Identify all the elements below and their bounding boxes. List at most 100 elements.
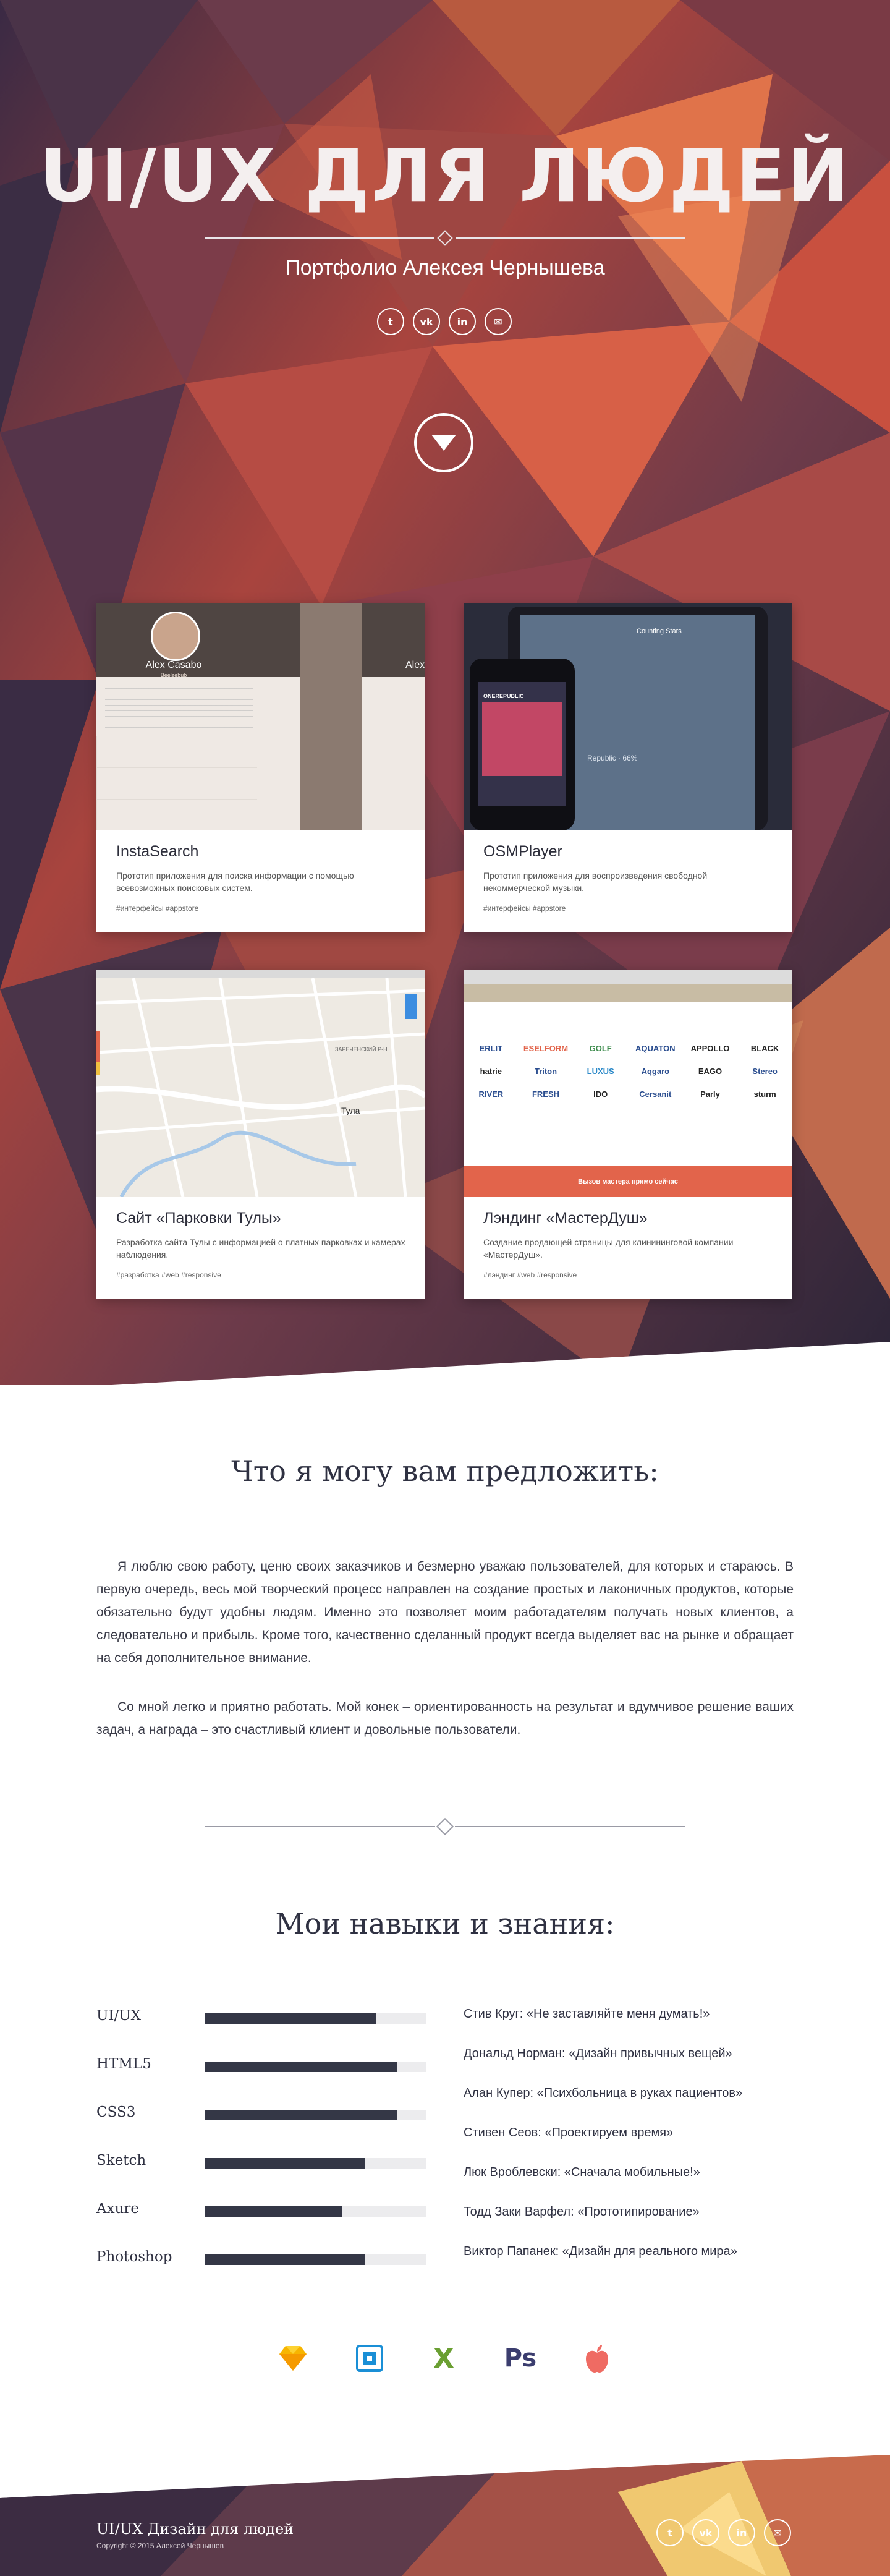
book-item: Алан Купер: «Психбольница в руках пациен… <box>464 2086 743 2100</box>
portfolio-card-instasearch[interactable]: Alex Casabo Beelzebub Alex InstaSearch П… <box>96 603 425 932</box>
book-item: Люк Вроблевски: «Сначала мобильные!» <box>464 2165 700 2179</box>
card-description: Разработка сайта Тулы с информацией о пл… <box>116 1237 405 1260</box>
skill-bar-track <box>205 2110 426 2120</box>
portfolio-card-masterdush[interactable]: ERLIT ESELFORM GOLF AQUATON APPOLLO BLAC… <box>464 970 792 1299</box>
brand-logo: sturm <box>753 1090 776 1099</box>
map-city-label: Тула <box>341 1106 360 1115</box>
map-district-label: ЗАРЕЧЕНСКИЙ Р-Н <box>335 1046 388 1052</box>
track-status: Republic · 66% <box>587 754 638 762</box>
card-thumbnail: Counting Stars Republic · 66% ONEREPUBLI… <box>464 603 792 830</box>
brand-logo: AQUATON <box>635 1044 676 1053</box>
cta-banner: Вызов мастера прямо сейчас <box>464 1166 792 1197</box>
apple-icon <box>580 2341 614 2376</box>
brand-logo: Cersanit <box>639 1090 672 1099</box>
card-title: Лэндинг «МастерДуш» <box>483 1209 648 1227</box>
book-item: Дональд Норман: «Дизайн привычных вещей» <box>464 2047 732 2060</box>
skill-row: HTML5 <box>96 2052 426 2077</box>
brand-logo: RIVER <box>478 1090 504 1099</box>
x-glyph: X <box>433 2342 454 2374</box>
cta-text: Вызов мастера прямо сейчас <box>578 1178 678 1185</box>
card-tags: #интерфейсы #appstore <box>116 904 199 913</box>
skill-bar-track <box>205 2062 426 2072</box>
vk-icon[interactable]: vk <box>413 308 440 335</box>
brand-logo: EAGO <box>698 1067 723 1076</box>
section-divider-diamond <box>436 1817 454 1836</box>
offer-paragraph-2: Со мной легко и приятно работать. Мой ко… <box>96 1700 794 1737</box>
profile-name: Alex Casabo <box>145 660 202 670</box>
card-thumbnail: Alex Casabo Beelzebub Alex <box>96 603 425 830</box>
skill-name: UI/UX <box>96 2008 141 2024</box>
card-description: Прототип приложения для поиска информаци… <box>116 871 354 893</box>
brand-logo: GOLF <box>589 1044 612 1053</box>
brand-logo: BLACK <box>750 1044 779 1053</box>
mail-icon[interactable]: ✉ <box>764 2519 791 2546</box>
footer: UI/UX Дизайн для людей Copyright © 2015 … <box>0 2455 890 2576</box>
brand-logo: Parly <box>700 1090 720 1099</box>
track-title: Counting Stars <box>637 628 682 635</box>
hero-angle-cut <box>0 1342 890 1391</box>
skill-bar-fill <box>205 2206 342 2217</box>
map-roads <box>96 978 425 1197</box>
vk-icon[interactable]: vk <box>692 2519 719 2546</box>
skill-row: Axure <box>96 2197 426 2222</box>
skill-bar-fill <box>205 2158 365 2169</box>
offer-title: Что я могу вам предложить: <box>231 1454 659 1488</box>
hero-divider-right <box>456 237 685 239</box>
skill-bar-track <box>205 2158 426 2169</box>
skill-name: Axure <box>96 2201 139 2217</box>
card-tags: #лэндинг #web #responsive <box>483 1271 577 1279</box>
hero-divider-left <box>205 237 434 239</box>
brand-logo: LUXUS <box>587 1067 614 1076</box>
card-title: OSMPlayer <box>483 843 562 860</box>
sketch-icon <box>276 2341 310 2376</box>
skill-bar-fill <box>205 2110 398 2120</box>
brand-logo: Aqgaro <box>641 1067 670 1076</box>
card-tags: #интерфейсы #appstore <box>483 904 566 913</box>
skill-name: HTML5 <box>96 2056 151 2072</box>
axure-icon <box>352 2341 387 2376</box>
brand-logo: Triton <box>534 1067 557 1076</box>
skill-bar-track <box>205 2254 426 2265</box>
card-thumbnail: ERLIT ESELFORM GOLF AQUATON APPOLLO BLAC… <box>464 970 792 1197</box>
card-tags: #разработка #web #responsive <box>116 1271 221 1279</box>
skill-name: CSS3 <box>96 2104 136 2120</box>
photoshop-icon: Ps <box>503 2341 538 2376</box>
brand-logo: APPOLLO <box>690 1044 730 1053</box>
mail-icon[interactable]: ✉ <box>485 308 512 335</box>
brand-logo: hatrie <box>480 1067 502 1076</box>
twitter-icon[interactable]: t <box>656 2519 684 2546</box>
page-title: UI/UX ДЛЯ ЛЮДЕЙ <box>40 133 850 218</box>
card-title: Сайт «Парковки Тулы» <box>116 1209 281 1227</box>
scroll-down-button[interactable] <box>414 413 473 472</box>
card-description: Прототип приложения для воспроизведения … <box>483 871 708 893</box>
skill-row: UI/UX <box>96 2004 426 2029</box>
skill-row: CSS3 <box>96 2100 426 2125</box>
portfolio-card-osmplayer[interactable]: Counting Stars Republic · 66% ONEREPUBLI… <box>464 603 792 932</box>
chevron-down-icon <box>431 435 456 451</box>
card-thumbnail: Тула ЗАРЕЧЕНСКИЙ Р-Н <box>96 970 425 1197</box>
book-item: Стив Круг: «Не заставляйте меня думать!» <box>464 2007 710 2021</box>
linkedin-icon[interactable]: in <box>728 2519 755 2546</box>
footer-title: UI/UX Дизайн для людей <box>96 2520 294 2538</box>
linkedin-icon[interactable]: in <box>449 308 476 335</box>
portfolio-card-parking[interactable]: Тула ЗАРЕЧЕНСКИЙ Р-Н Сайт «Парковки Тулы… <box>96 970 425 1299</box>
book-item: Тодд Заки Варфел: «Прототипирование» <box>464 2205 700 2219</box>
brand-logo: ERLIT <box>479 1044 503 1053</box>
brand-logo: IDO <box>593 1090 608 1099</box>
hero-social-links: t vk in ✉ <box>377 308 512 335</box>
card-description: Создание продающей страницы для клининин… <box>483 1237 734 1260</box>
brand-logo: ESELFORM <box>523 1044 569 1053</box>
skill-bar-fill <box>205 2254 365 2265</box>
book-item: Виктор Папанек: «Дизайн для реального ми… <box>464 2245 737 2258</box>
album-label: ONEREPUBLIC <box>483 693 524 699</box>
skill-row: Sketch <box>96 2149 426 2173</box>
skill-bar-track <box>205 2206 426 2217</box>
card-title: InstaSearch <box>116 843 199 860</box>
brand-logo: Stereo <box>752 1067 778 1076</box>
ps-glyph: Ps <box>504 2344 537 2373</box>
brand-logo: FRESH <box>532 1090 560 1099</box>
section-divider-right <box>455 1826 685 1827</box>
book-item: Стивен Сеов: «Проектируем время» <box>464 2126 674 2139</box>
skill-row: Photoshop <box>96 2245 426 2270</box>
twitter-icon[interactable]: t <box>377 308 404 335</box>
